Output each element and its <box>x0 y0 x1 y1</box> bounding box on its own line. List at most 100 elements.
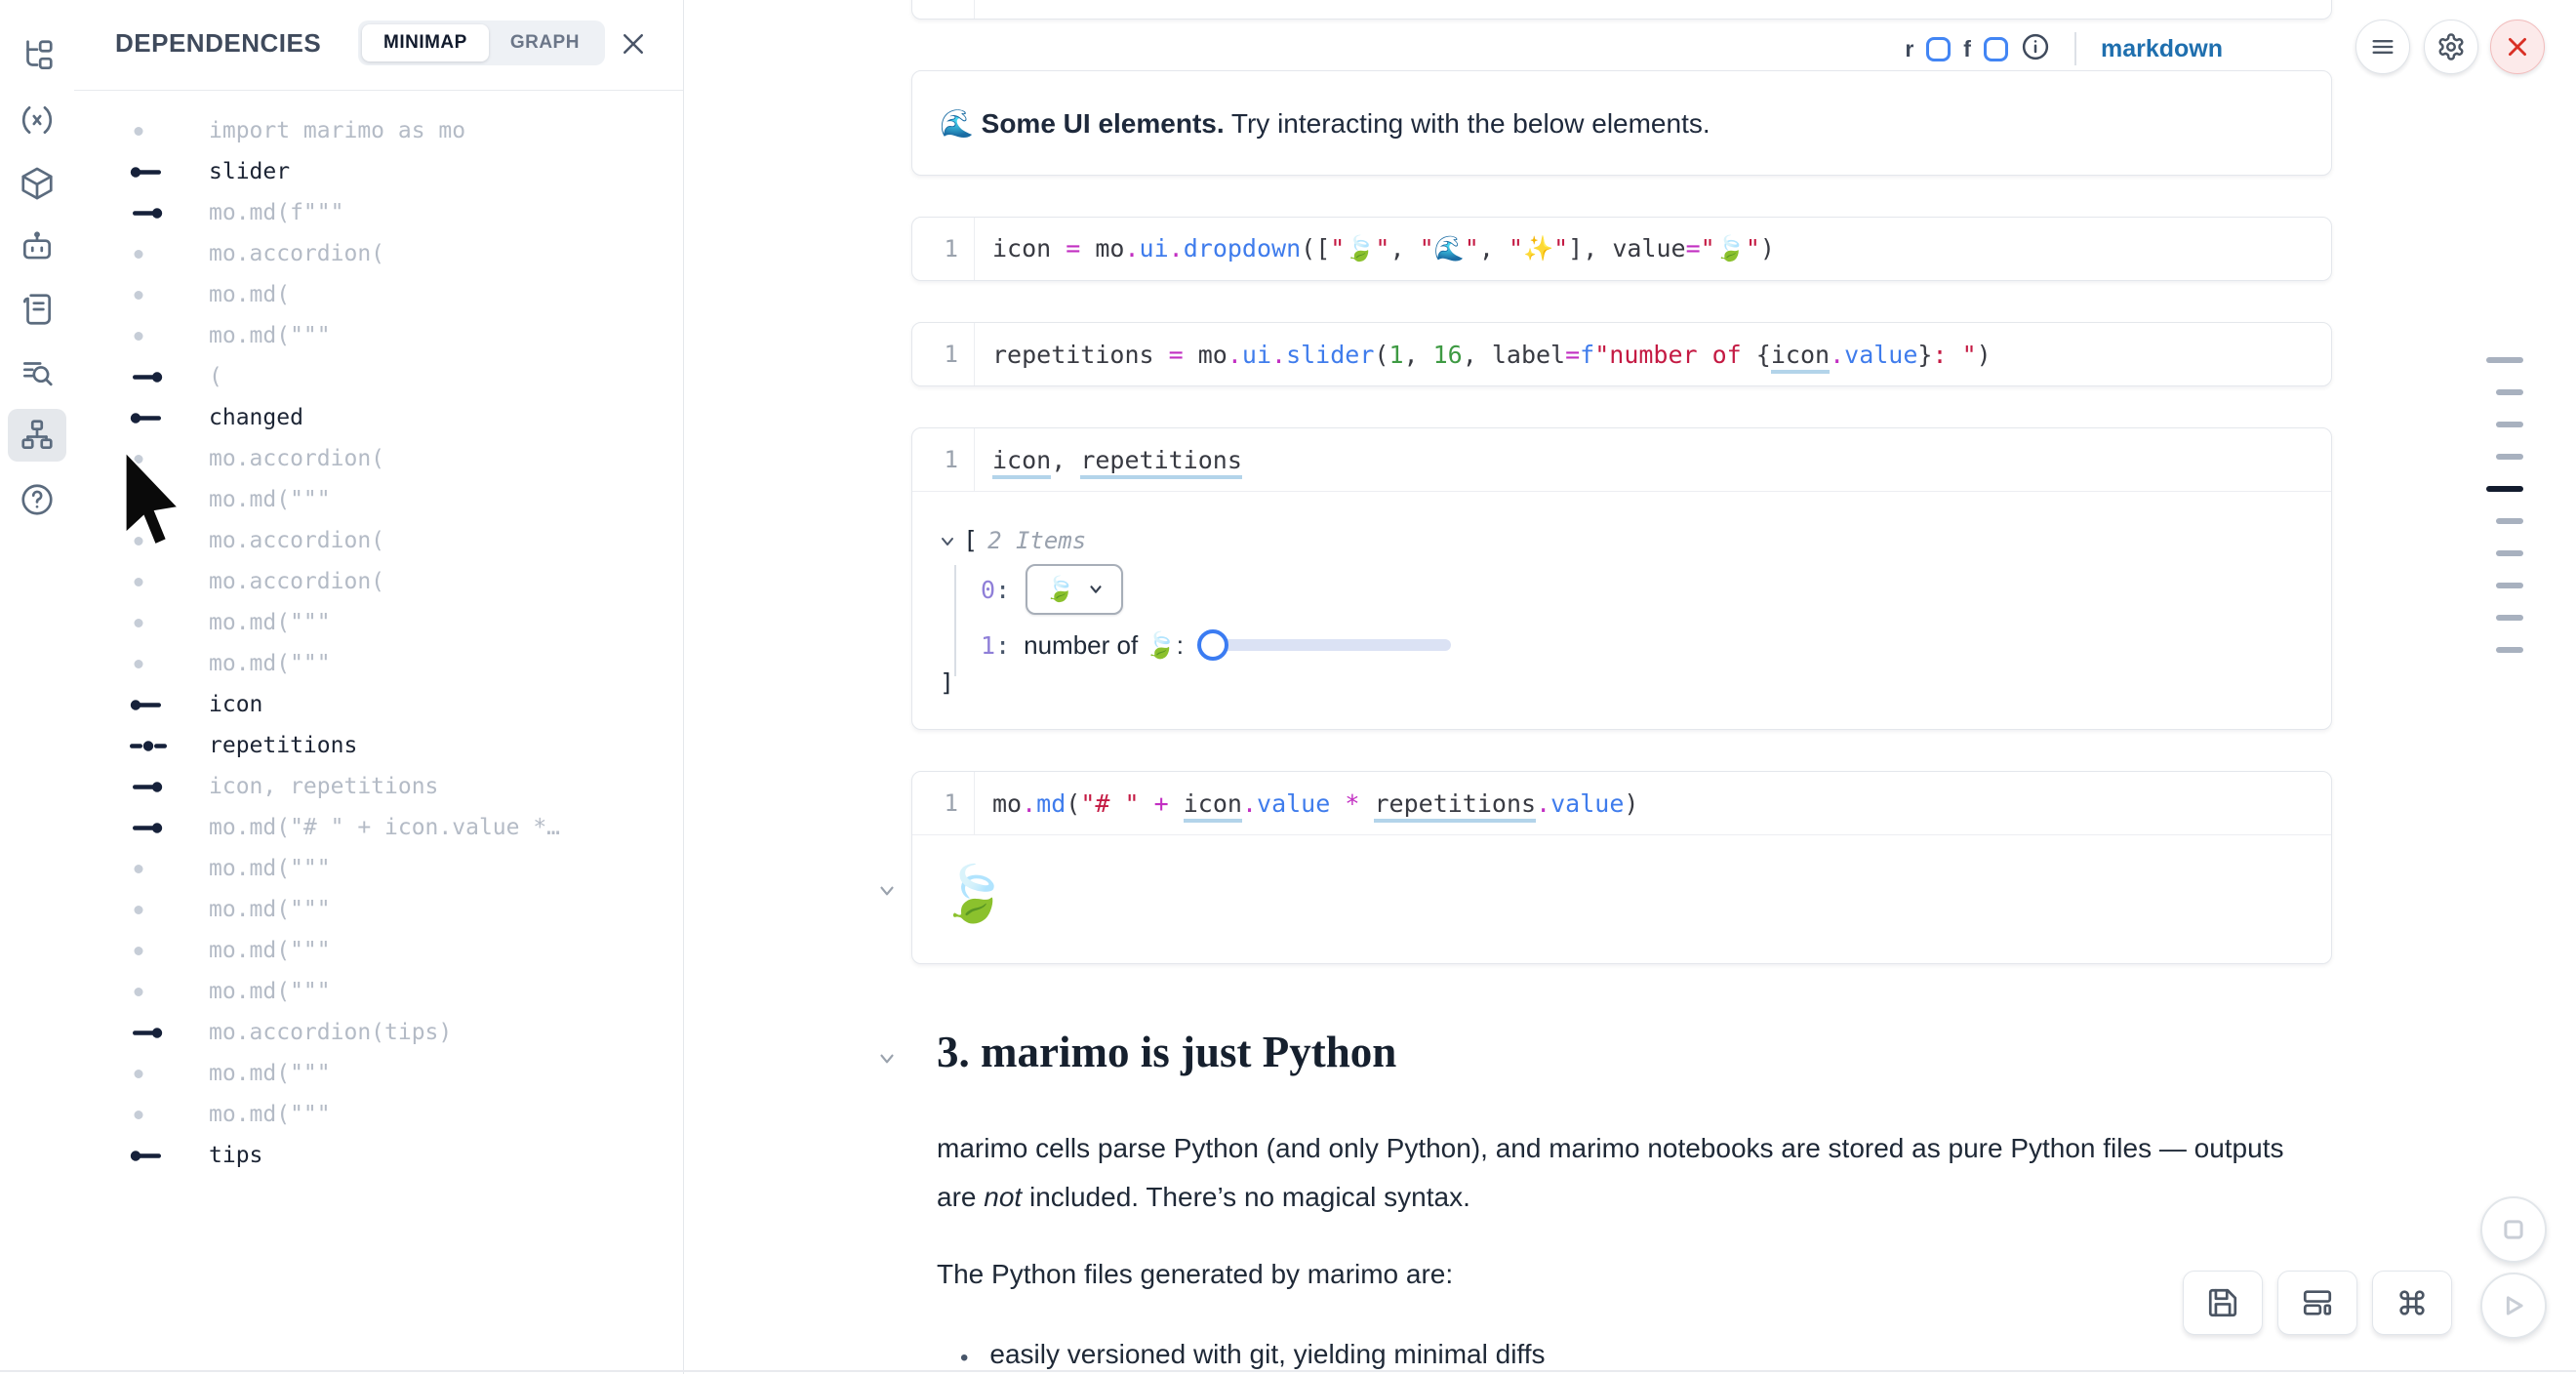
minimap-item[interactable]: mo.md(""" <box>74 602 683 643</box>
minimap-item[interactable]: ( <box>74 356 683 397</box>
paragraph: The Python files generated by marimo are… <box>937 1259 1453 1290</box>
close-panel-button[interactable] <box>619 29 648 59</box>
variables-icon[interactable] <box>19 101 56 139</box>
rail-cell-marker[interactable] <box>2496 454 2523 460</box>
minimap-item-label: icon <box>209 692 262 717</box>
minimap-item-label: mo.md(""" <box>209 1061 331 1086</box>
minimap-item-label: repetitions <box>209 733 357 758</box>
file-tree-icon[interactable] <box>19 37 56 74</box>
run-button[interactable] <box>2480 1273 2547 1339</box>
tree-guide-line <box>954 565 956 676</box>
minimap-item[interactable]: mo.md(""" <box>74 848 683 889</box>
panel-title: DEPENDENCIES <box>115 28 321 59</box>
command-palette-button[interactable] <box>2372 1271 2452 1335</box>
rail-cell-marker[interactable] <box>2496 550 2523 556</box>
code-cell-slider[interactable]: 1 repetitions = mo.ui.slider(1, 16, labe… <box>911 322 2332 386</box>
code-cell-tuple-output[interactable]: 1 icon, repetitions [2 Items 0: 🍃 1: num… <box>911 427 2332 730</box>
markdown-mode-link[interactable]: markdown <box>2101 35 2223 63</box>
help-icon[interactable] <box>19 481 56 518</box>
code-line[interactable]: repetitions = mo.ui.slider(1, 16, label=… <box>975 341 1992 369</box>
tab-graph[interactable]: GRAPH <box>489 24 601 61</box>
line-number: 1 <box>912 323 975 385</box>
minimap-item[interactable]: mo.md(""" <box>74 643 683 684</box>
cell-dot-icon <box>129 289 174 301</box>
repetitions-slider[interactable] <box>1197 622 1453 668</box>
tree-close-bracket: ] <box>940 668 954 697</box>
cell-collapse-chevron-icon[interactable] <box>876 880 898 902</box>
save-button[interactable] <box>2183 1271 2263 1335</box>
reactive-checkbox[interactable] <box>1926 37 1951 61</box>
minimap-item[interactable]: slider <box>74 151 683 192</box>
section-collapse-chevron-icon[interactable] <box>876 1048 898 1070</box>
format-checkbox[interactable] <box>1984 37 2008 61</box>
minimap-item[interactable]: changed <box>74 397 683 438</box>
minimap-item-label: mo.md(""" <box>209 979 331 1004</box>
rail-cell-marker[interactable] <box>2496 389 2523 395</box>
collapse-chevron-icon[interactable] <box>938 532 957 556</box>
minimap-item[interactable]: icon, repetitions <box>74 766 683 807</box>
minimap-item[interactable]: mo.md(""" <box>74 889 683 930</box>
minimap-item[interactable]: mo.accordion( <box>74 561 683 602</box>
left-icon-rail <box>0 0 75 1374</box>
minimap-item[interactable]: icon <box>74 684 683 725</box>
minimap-item[interactable]: mo.md(""" <box>74 930 683 971</box>
rail-cell-marker[interactable] <box>2486 486 2523 492</box>
notebook-menu-button[interactable] <box>2355 20 2410 74</box>
settings-button[interactable] <box>2424 20 2478 74</box>
code-line[interactable]: icon = mo.ui.dropdown(["🍃", "🌊", "✨"], v… <box>975 234 1775 263</box>
rail-cell-marker[interactable] <box>2496 583 2523 588</box>
minimap-item[interactable]: repetitions <box>74 725 683 766</box>
stop-button[interactable] <box>2480 1196 2547 1263</box>
tab-minimap[interactable]: MINIMAP <box>362 24 489 61</box>
code-line[interactable]: mo.md("# " + icon.value * repetitions.va… <box>975 789 1638 818</box>
markdown-output-cell: 🌊 Some UI elements. Try interacting with… <box>911 70 2332 176</box>
logs-icon[interactable] <box>19 291 56 328</box>
line-number: 1 <box>912 0 975 19</box>
minimap-item-label: mo.accordion( <box>209 528 384 553</box>
line-number: 1 <box>912 218 975 280</box>
packages-icon[interactable] <box>19 165 56 202</box>
minimap-item[interactable]: mo.accordion(tips) <box>74 1012 683 1053</box>
rail-cell-marker[interactable] <box>2496 422 2523 427</box>
layout-template-icon <box>2301 1286 2334 1319</box>
markdown-editor-cell-cut[interactable]: 1 🌊 Some UI elements.** Try interacting … <box>911 0 2332 20</box>
minimap-item-label: mo.md(""" <box>209 938 331 963</box>
cell-dot-icon <box>129 986 174 997</box>
minimap-item[interactable]: tips <box>74 1135 683 1176</box>
info-icon[interactable] <box>2021 32 2050 66</box>
rail-cell-marker[interactable] <box>2486 357 2523 363</box>
bullet-item: • easily versioned with git, yielding mi… <box>960 1339 1545 1374</box>
minimap-item-label: slider <box>209 159 290 184</box>
code-cell-dropdown[interactable]: 1 icon = mo.ui.dropdown(["🍃", "🌊", "✨"],… <box>911 217 2332 281</box>
layout-button[interactable] <box>2277 1271 2357 1335</box>
slider-knob[interactable] <box>1197 629 1228 661</box>
code-line[interactable]: 🌊 Some UI elements.** Try interacting wi… <box>975 0 1933 2</box>
minimap-item[interactable]: import marimo as mo <box>74 110 683 151</box>
minimap-item[interactable]: mo.md(""" <box>74 1094 683 1135</box>
minimap-item-label: import marimo as mo <box>209 118 465 143</box>
dependencies-icon[interactable] <box>19 417 56 454</box>
minimap-item[interactable]: mo.accordion( <box>74 233 683 274</box>
slider-track[interactable] <box>1211 639 1451 651</box>
cell-dot-icon <box>129 945 174 956</box>
minimap-item[interactable]: mo.md( <box>74 274 683 315</box>
snippets-search-icon[interactable] <box>19 354 56 391</box>
cell-defs-icon <box>129 699 174 710</box>
play-icon <box>2499 1291 2528 1320</box>
ai-assistant-icon[interactable] <box>19 228 56 265</box>
minimap-item[interactable]: mo.md(f""" <box>74 192 683 233</box>
minimap-item[interactable]: mo.md(""" <box>74 315 683 356</box>
minimap-item-label: changed <box>209 405 303 430</box>
format-toggle-label: f <box>1963 36 1971 62</box>
minimap-item[interactable]: mo.md("# " + icon.value *… <box>74 807 683 848</box>
minimap-item-label: mo.md(""" <box>209 610 331 635</box>
minimap-item[interactable]: mo.md(""" <box>74 1053 683 1094</box>
rail-cell-marker[interactable] <box>2496 647 2523 653</box>
code-line[interactable]: icon, repetitions <box>975 446 1242 474</box>
code-cell-md-output[interactable]: 1 mo.md("# " + icon.value * repetitions.… <box>911 771 2332 964</box>
rail-cell-marker[interactable] <box>2496 615 2523 621</box>
rail-cell-marker[interactable] <box>2496 518 2523 524</box>
minimap-item[interactable]: mo.md(""" <box>74 971 683 1012</box>
icon-dropdown-control[interactable]: 🍃 <box>1026 564 1123 615</box>
shutdown-button[interactable] <box>2490 20 2545 74</box>
